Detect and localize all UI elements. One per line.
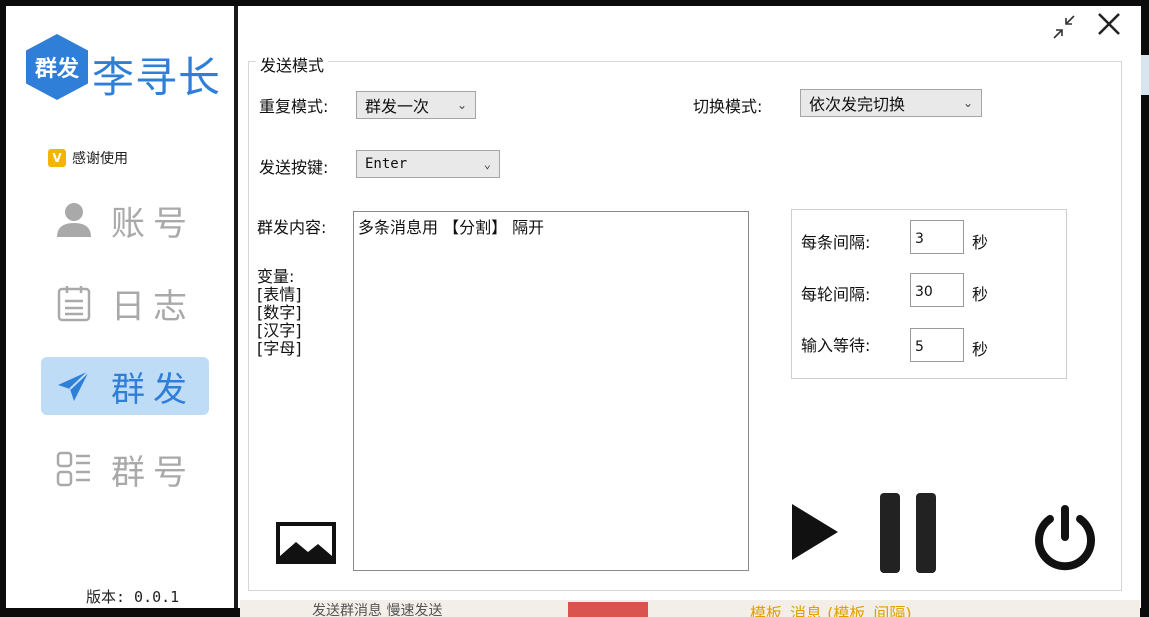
per-round-interval-label: 每轮间隔: — [801, 285, 871, 304]
power-button[interactable] — [1030, 503, 1100, 573]
switch-mode-select[interactable]: 依次发完切换 ⌄ — [800, 89, 982, 117]
send-key-value: Enter — [365, 156, 408, 172]
list-icon — [55, 450, 93, 488]
per-round-interval-input[interactable]: 30 — [910, 273, 964, 307]
per-message-interval-input[interactable]: 3 — [910, 220, 964, 254]
repeat-mode-select[interactable]: 群发一次 ⌄ — [356, 91, 476, 119]
app-window: 群发 李寻长 V 感谢使用 账号 日志 群发 群号 版本: 0.0.1 发送模式… — [0, 0, 1149, 617]
repeat-mode-label: 重复模式: — [259, 97, 329, 116]
version-label: 版本: 0.0.1 — [86, 588, 180, 606]
content-label: 群发内容: — [257, 218, 327, 237]
sidebar-item-log[interactable]: 日志 — [41, 274, 209, 332]
main-panel: 发送模式 重复模式: 群发一次 ⌄ 切换模式: 依次发完切换 ⌄ 发送按键: E… — [238, 6, 1141, 608]
sidebar-item-account[interactable]: 账号 — [41, 191, 209, 249]
content-value: 多条消息用 【分割】 隔开 — [358, 218, 545, 237]
collapse-button[interactable] — [1046, 10, 1082, 44]
unit-seconds-label: 秒 — [972, 285, 989, 304]
switch-mode-label: 切换模式: — [693, 97, 763, 116]
background-text: 发送群消息 慢速发送 — [312, 603, 443, 617]
logo-badge: 群发 — [26, 34, 88, 100]
pause-button[interactable] — [878, 493, 940, 573]
repeat-mode-value: 群发一次 — [365, 97, 430, 116]
group-title: 发送模式 — [256, 52, 329, 76]
sidebar-item-label: 账号 — [111, 203, 195, 244]
pause-icon — [880, 493, 936, 573]
sidebar-item-label: 群号 — [111, 452, 195, 493]
content-textarea[interactable]: 多条消息用 【分割】 隔开 — [353, 211, 749, 571]
image-insert-button[interactable] — [276, 522, 336, 564]
play-icon — [792, 504, 838, 560]
start-button[interactable] — [790, 500, 842, 564]
unit-seconds-label: 秒 — [972, 233, 989, 252]
variable-item: [字母] — [257, 339, 302, 358]
send-key-label: 发送按键: — [259, 158, 329, 177]
sidebar: 群发 李寻长 V 感谢使用 账号 日志 群发 群号 版本: 0.0.1 — [6, 6, 234, 608]
power-icon — [1035, 505, 1095, 571]
input-wait-label: 输入等待: — [801, 336, 871, 355]
vip-badge-icon: V — [48, 149, 66, 167]
collapse-icon — [1053, 15, 1075, 39]
variables-list: 变量: [表情] [数字] [汉字] [字母] — [257, 269, 302, 359]
user-icon — [55, 201, 93, 239]
send-icon — [55, 367, 93, 405]
logo-badge-text: 群发 — [34, 56, 79, 82]
logo-title: 李寻长 — [92, 53, 222, 102]
sidebar-item-broadcast[interactable]: 群发 — [41, 357, 209, 415]
chevron-down-icon: ⌄ — [962, 96, 973, 110]
thanks-notice: V 感谢使用 — [48, 148, 128, 168]
sidebar-item-groups[interactable]: 群号 — [41, 440, 209, 498]
input-wait-input[interactable]: 5 — [910, 328, 964, 362]
close-icon — [1098, 13, 1120, 35]
background-window-peek: 发送群消息 慢速发送 模板_消息 (模板_间隔) — [240, 600, 1140, 617]
chevron-down-icon: ⌄ — [483, 157, 491, 171]
unit-seconds-label: 秒 — [972, 340, 989, 359]
chevron-down-icon: ⌄ — [456, 98, 467, 112]
per-message-interval-label: 每条间隔: — [801, 233, 871, 252]
sidebar-item-label: 群发 — [111, 369, 195, 410]
sidebar-item-label: 日志 — [111, 286, 195, 327]
calendar-icon — [55, 284, 93, 322]
switch-mode-value: 依次发完切换 — [809, 95, 906, 114]
image-icon — [276, 522, 336, 564]
thanks-label: 感谢使用 — [72, 151, 128, 167]
background-yellow-text: 模板_消息 (模板_间隔) — [750, 604, 912, 617]
close-button[interactable] — [1094, 8, 1124, 42]
send-key-select[interactable]: Enter ⌄ — [356, 150, 500, 178]
background-red-block — [568, 602, 648, 617]
